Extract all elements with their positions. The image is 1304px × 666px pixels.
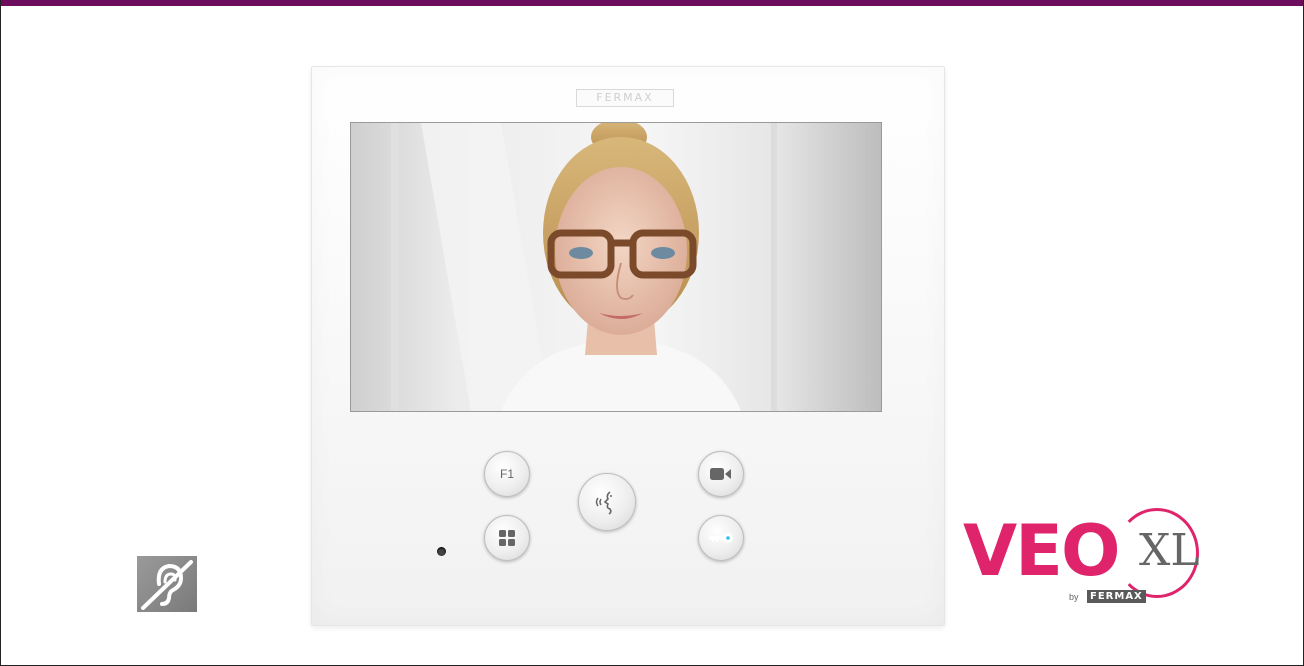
talk-voice-icon: [595, 491, 612, 515]
logo-by-text: by: [1069, 592, 1079, 602]
visitor-video-image: [351, 123, 881, 411]
hearing-loop-icon: [137, 556, 197, 612]
video-camera-icon: [710, 468, 731, 480]
door-open-button[interactable]: [698, 515, 744, 561]
camera-button[interactable]: [698, 451, 744, 497]
logo-brand-text: FERMAX: [1087, 590, 1146, 603]
page: FERMAX F1 VEO XL by FERMAX: [0, 0, 1304, 666]
video-intercom-monitor: FERMAX F1: [311, 66, 945, 626]
veo-xl-logo: VEO XL by FERMAX: [963, 508, 1233, 612]
talk-button[interactable]: [578, 473, 636, 531]
f1-label: F1: [499, 467, 514, 481]
monitor-screen: [350, 122, 882, 412]
top-accent-bar: [1, 0, 1303, 6]
logo-xl-text: XL: [1139, 525, 1200, 576]
door-key-icon: [709, 533, 733, 543]
grid-menu-icon: [499, 530, 515, 546]
logo-veo-text: VEO: [963, 510, 1120, 592]
monitor-brand-plate: FERMAX: [576, 89, 674, 107]
microphone-hole: [437, 547, 446, 556]
f1-button[interactable]: F1: [484, 451, 530, 497]
menu-button[interactable]: [484, 515, 530, 561]
